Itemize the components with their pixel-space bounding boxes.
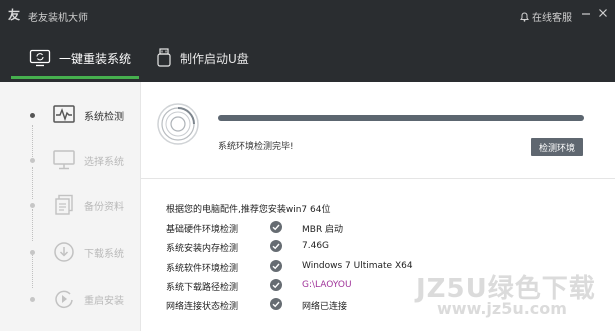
check-label: 系统安装内存检测 (166, 244, 239, 254)
step-dot (30, 112, 35, 118)
check-circle-icon (270, 240, 282, 252)
sidebar-step-select-system[interactable]: 选择系统 (0, 145, 141, 175)
step-dot (30, 296, 35, 302)
monitor-refresh-icon (29, 49, 51, 67)
tab-one-click-reinstall-label: 一键重装系统 (59, 51, 132, 66)
progress-bar-fill (218, 115, 584, 121)
status-message: 系统环境检测完毕! (218, 142, 294, 152)
online-support-label: 在线客服 (532, 13, 572, 24)
sidebar-step-backup[interactable]: 备份资料 (0, 190, 141, 220)
check-circle-icon (270, 298, 282, 310)
step-dot (30, 157, 35, 163)
online-support-link[interactable]: 在线客服 (520, 9, 572, 24)
sidebar-step-download[interactable]: 下载系统 (0, 237, 141, 267)
usb-drive-icon (157, 48, 171, 67)
sidebar-step-label: 重启安装 (84, 295, 124, 307)
recommendation-text: 根据您的电脑配件,推荐您安装win7 64位 (166, 205, 331, 215)
check-circle-icon (270, 221, 282, 233)
check-label: 网络连接状态检测 (166, 302, 239, 312)
sidebar-step-label: 备份资料 (84, 201, 124, 213)
check-value: MBR 启动 (302, 225, 344, 235)
check-value: Windows 7 Ultimate X64 (302, 261, 413, 271)
check-label: 基础硬件环境检测 (166, 225, 239, 235)
sidebar-step-label: 选择系统 (84, 156, 124, 168)
step-dot (30, 202, 35, 208)
scan-spinner-icon (157, 103, 199, 145)
tab-one-click-reinstall[interactable]: 一键重装系统 (11, 36, 139, 80)
check-value: 网络已连接 (302, 302, 348, 312)
sidebar-step-label: 系统检测 (84, 111, 124, 123)
display-icon (53, 150, 75, 170)
active-tab-indicator (11, 76, 139, 79)
download-path-link[interactable]: G:\LAOYOU (302, 280, 352, 290)
steps-sidebar: 系统检测 选择系统 备份资料 下载系统 重启安装 (0, 82, 141, 331)
check-value: 7.46G (302, 241, 330, 251)
check-row: 系统安装内存检测 7.46G (166, 238, 596, 256)
detect-environment-button[interactable]: 检测环境 (531, 138, 583, 156)
check-circle-icon (270, 260, 282, 272)
close-icon[interactable] (597, 7, 609, 19)
pulse-monitor-icon (53, 105, 75, 123)
installer-window: 友 老友装机大师 在线客服 一键重装系统 制作启动U盘 系统检测 选择系统 备份… (0, 0, 615, 331)
restart-icon (55, 290, 73, 309)
progress-bar (218, 115, 584, 121)
check-label: 系统软件环境检测 (166, 264, 239, 274)
sidebar-step-system-check[interactable]: 系统检测 (0, 100, 141, 130)
tab-make-boot-usb-label: 制作启动U盘 (180, 51, 249, 66)
check-circle-icon (270, 279, 282, 291)
sidebar-step-restart-install[interactable]: 重启安装 (0, 284, 141, 314)
app-logo-icon: 友 (8, 8, 21, 22)
minimize-icon[interactable] (580, 7, 592, 19)
watermark-url: www.jz5u.com (437, 299, 567, 318)
step-dot (30, 249, 35, 255)
divider (141, 178, 615, 179)
bell-icon (520, 11, 529, 22)
title-bar: 友 老友装机大师 在线客服 一键重装系统 制作启动U盘 (0, 0, 615, 82)
app-title: 老友装机大师 (28, 13, 88, 24)
download-circle-icon (54, 242, 74, 262)
document-copy-icon (55, 194, 73, 215)
sidebar-step-label: 下载系统 (84, 248, 124, 260)
check-label: 系统下载路径检测 (166, 283, 239, 293)
check-row: 基础硬件环境检测 MBR 启动 (166, 219, 596, 237)
tab-make-boot-usb[interactable]: 制作启动U盘 (150, 36, 280, 80)
